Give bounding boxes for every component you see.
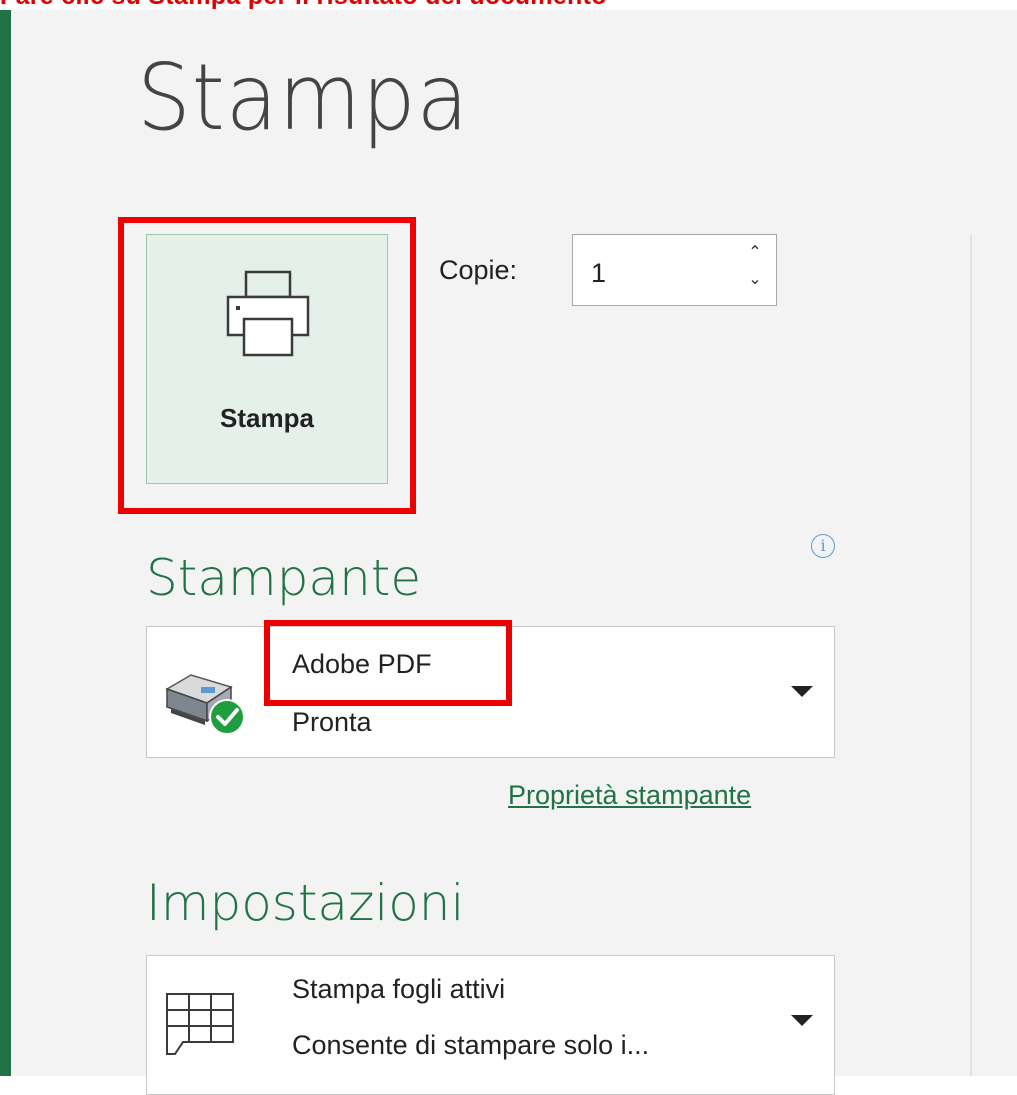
printer-dropdown[interactable]: Adobe PDF Pronta bbox=[146, 626, 835, 758]
copies-value[interactable]: 1 bbox=[591, 258, 606, 289]
printer-status: Pronta bbox=[292, 707, 372, 737]
print-scope-title: Stampa fogli attivi bbox=[292, 974, 506, 1004]
dropdown-arrow-icon bbox=[791, 1015, 813, 1026]
printer-name: Adobe PDF bbox=[292, 649, 432, 679]
printer-properties-link[interactable]: Proprietà stampante bbox=[508, 780, 751, 811]
print-scope-description: Consente di stampare solo i... bbox=[292, 1030, 650, 1060]
chevron-down-icon[interactable]: ⌄ bbox=[744, 269, 766, 291]
instruction-banner-text: Fare clic su Stampa per il risultato del… bbox=[0, 0, 607, 10]
copies-stepper[interactable]: 1 ⌃ ⌄ bbox=[572, 234, 777, 306]
print-scope-dropdown[interactable]: Stampa fogli attivi Consente di stampare… bbox=[146, 955, 835, 1095]
print-button-label: Stampa bbox=[220, 403, 314, 433]
print-button[interactable]: Stampa bbox=[146, 234, 388, 484]
settings-section-title: Impostazioni bbox=[146, 874, 465, 932]
backstage-nav-edge bbox=[0, 10, 11, 1076]
sheet-grid-icon bbox=[165, 992, 237, 1063]
page-title: Stampa bbox=[137, 44, 470, 151]
printer-section-title: Stampante bbox=[146, 549, 422, 607]
preview-divider bbox=[970, 235, 972, 1076]
copies-label: Copie: bbox=[439, 255, 518, 285]
printer-ready-icon bbox=[161, 665, 251, 740]
info-icon[interactable]: i bbox=[811, 534, 835, 558]
dropdown-arrow-icon bbox=[791, 686, 813, 697]
instruction-banner: Fare clic su Stampa per il risultato del… bbox=[0, 0, 1017, 10]
chevron-up-icon[interactable]: ⌃ bbox=[744, 242, 766, 264]
printer-icon bbox=[225, 269, 315, 364]
